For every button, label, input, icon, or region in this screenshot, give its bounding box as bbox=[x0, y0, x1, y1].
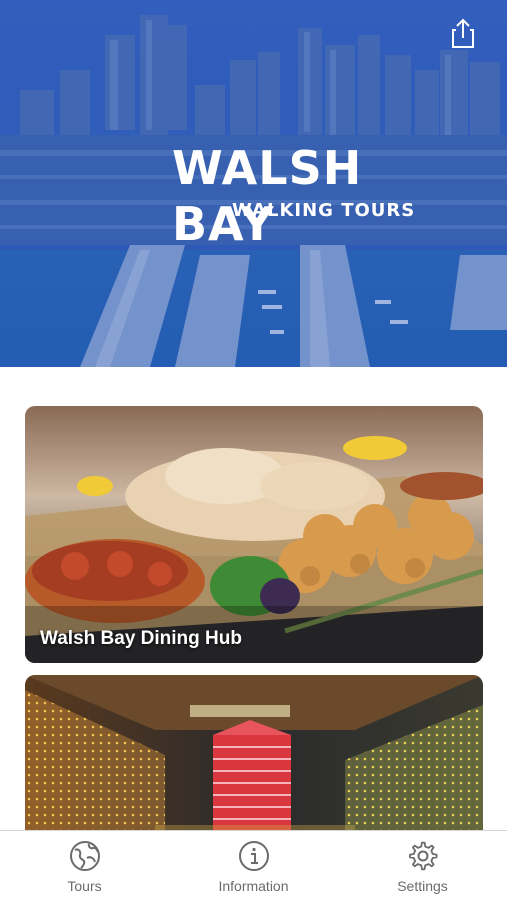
tab-settings[interactable]: Settings bbox=[338, 831, 507, 901]
tab-tours[interactable]: Tours bbox=[0, 831, 169, 901]
light-installation-image bbox=[25, 675, 483, 850]
share-icon bbox=[452, 18, 474, 48]
dining-food-image bbox=[25, 406, 483, 663]
tab-label: Tours bbox=[67, 878, 102, 894]
tab-information[interactable]: Information bbox=[169, 831, 338, 901]
globe-map-icon bbox=[69, 841, 100, 871]
share-button[interactable] bbox=[444, 14, 482, 52]
info-icon bbox=[238, 841, 269, 871]
card-title: Walsh Bay Dining Hub bbox=[40, 628, 242, 649]
tab-label: Information bbox=[218, 878, 289, 894]
tour-card-dining[interactable]: Walsh Bay Dining Hub bbox=[25, 406, 483, 663]
hero-subtitle: WALKING TOURS bbox=[232, 200, 416, 221]
hero-banner: WALSH BAY WALKING TOURS bbox=[0, 0, 507, 367]
hero-title: WALSH BAY bbox=[172, 141, 363, 251]
tour-card-second[interactable] bbox=[25, 675, 483, 850]
bottom-tab-bar: Tours Information Settings bbox=[0, 830, 507, 900]
tab-label: Settings bbox=[397, 878, 448, 894]
gear-icon bbox=[408, 841, 437, 871]
